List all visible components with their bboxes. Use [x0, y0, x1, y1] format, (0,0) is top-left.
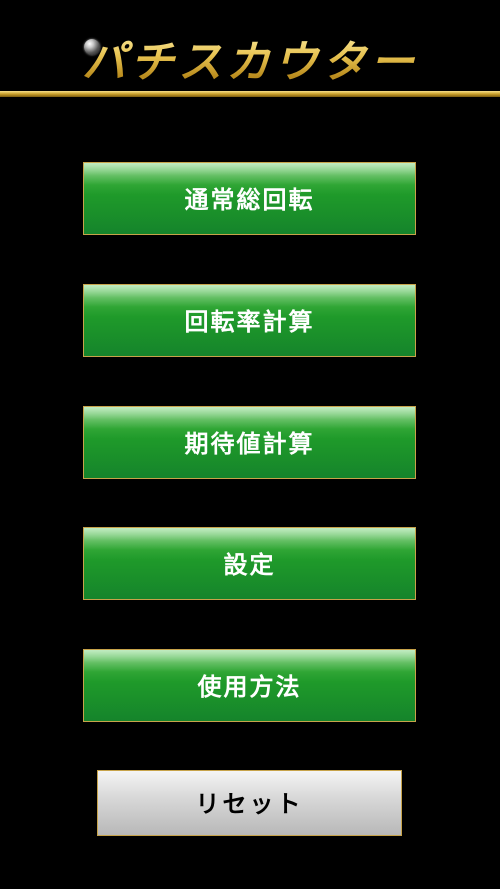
header-divider: [0, 91, 500, 97]
total-rotation-label: 通常総回転: [184, 185, 315, 214]
settings-button[interactable]: 設定: [83, 527, 416, 600]
reset-button[interactable]: リセット: [97, 770, 402, 836]
total-rotation-button[interactable]: 通常総回転: [83, 162, 416, 235]
app-header: パチスカウター: [0, 0, 500, 98]
rotation-rate-button[interactable]: 回転率計算: [83, 284, 416, 357]
expected-value-label: 期待値計算: [184, 429, 315, 458]
pachinko-ball-icon: [84, 39, 100, 55]
app-title: パチスカウター: [0, 28, 500, 98]
expected-value-button[interactable]: 期待値計算: [83, 406, 416, 479]
how-to-use-label: 使用方法: [197, 672, 302, 701]
rotation-rate-label: 回転率計算: [184, 307, 315, 336]
settings-label: 設定: [223, 550, 276, 579]
how-to-use-button[interactable]: 使用方法: [83, 649, 416, 722]
reset-label: リセット: [195, 789, 304, 818]
